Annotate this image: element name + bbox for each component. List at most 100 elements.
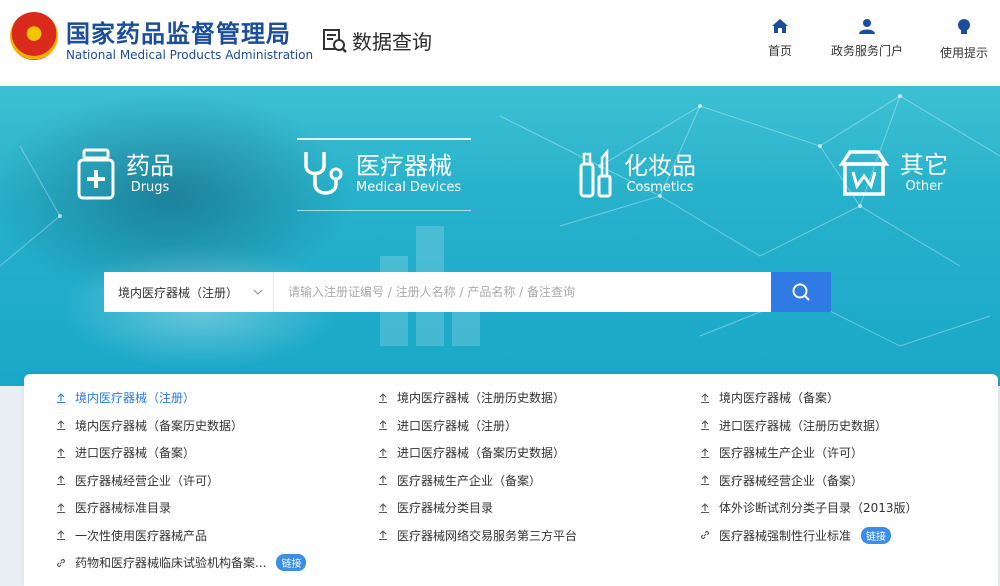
national-emblem-icon — [10, 12, 58, 60]
database-links-grid: 境内医疗器械（注册） 境内医疗器械（注册历史数据） 境内医疗器械（备案） 境内医疗器械… — [55, 384, 999, 577]
upload-icon — [701, 420, 709, 431]
org-name-en[interactable]: National Medical Products Administration — [66, 48, 313, 62]
search-button[interactable] — [771, 272, 831, 312]
category-select[interactable]: 境内医疗器械（注册） — [104, 272, 274, 312]
database-link-item[interactable]: 医疗器械经营企业（备案） — [699, 467, 999, 495]
upload-icon — [379, 420, 387, 431]
document-search-icon — [323, 28, 347, 53]
upload-icon — [57, 420, 65, 431]
category-select-value: 境内医疗器械（注册） — [118, 285, 239, 300]
upload-icon — [57, 392, 65, 403]
medicine-box-icon — [77, 148, 115, 200]
user-icon — [859, 19, 875, 34]
database-link-item[interactable]: 医疗器械分类目录 — [377, 494, 699, 522]
upload-icon — [701, 447, 709, 458]
database-links-panel: 境内医疗器械（注册） 境内医疗器械（注册历史数据） 境内医疗器械（备案） 境内医疗器械… — [24, 374, 998, 586]
database-link-item[interactable]: 医疗器械标准目录 — [55, 494, 377, 522]
database-link-item[interactable]: 进口医疗器械（注册历史数据） — [699, 412, 999, 440]
search-icon — [792, 283, 810, 301]
database-link-item[interactable]: 境内医疗器械（注册历史数据） — [377, 384, 699, 412]
store-icon — [838, 150, 890, 196]
category-drugs-cn: 药品 — [126, 152, 174, 180]
org-name-cn[interactable]: 国家药品监督管理局 — [66, 14, 291, 49]
category-medical-devices[interactable]: 医疗器械 Medical Devices — [300, 148, 461, 200]
nav-usage-tips[interactable]: 使用提示 — [940, 18, 988, 61]
database-link-label: 医疗器械经营企业（备案） — [719, 473, 864, 488]
database-link-item[interactable]: 境内医疗器械（备案历史数据） — [55, 412, 377, 440]
nav-home-label: 首页 — [768, 44, 793, 58]
upload-icon — [57, 502, 65, 513]
database-link-item[interactable]: 进口医疗器械（备案历史数据） — [377, 439, 699, 467]
database-link-item[interactable]: 医疗器械强制性行业标准 链接 — [699, 522, 999, 550]
upload-icon — [57, 530, 65, 541]
link-icon — [700, 531, 710, 540]
database-link-label: 医疗器械分类目录 — [397, 501, 494, 516]
upload-icon — [57, 475, 65, 486]
category-cosmetics[interactable]: 化妆品 Cosmetics — [578, 148, 696, 200]
database-link-label: 进口医疗器械（注册） — [397, 418, 518, 433]
database-link-label: 进口医疗器械（备案历史数据） — [397, 446, 566, 461]
link-badge: 链接 — [861, 526, 892, 544]
category-cosmetics-en: Cosmetics — [626, 180, 694, 195]
category-other-en: Other — [905, 179, 943, 194]
network-lines-decoration — [0, 94, 1000, 347]
upload-icon — [379, 475, 387, 486]
database-link-item[interactable]: 医疗器械生产企业（备案） — [377, 467, 699, 495]
nav-home[interactable]: 首页 — [768, 18, 792, 59]
database-link-label: 进口医疗器械（备案） — [75, 446, 196, 461]
database-link-item[interactable]: 体外诊断试剂分类子目录（2013版） — [699, 494, 999, 522]
database-link-item[interactable]: 一次性使用医疗器械产品 — [55, 522, 377, 550]
database-link-item[interactable]: 药物和医疗器械临床试验机构备案... 链接 — [55, 549, 377, 577]
category-medical-devices-cn: 医疗器械 — [356, 152, 452, 180]
upload-icon — [379, 447, 387, 458]
upload-icon — [701, 475, 709, 486]
nav-usage-tips-label: 使用提示 — [940, 46, 989, 60]
database-link-label: 境内医疗器械（注册历史数据） — [397, 391, 566, 406]
category-medical-devices-en: Medical Devices — [356, 180, 462, 195]
database-link-item[interactable]: 境内医疗器械（注册） — [55, 384, 377, 412]
database-link-label: 医疗器械生产企业（备案） — [397, 473, 542, 488]
upload-icon — [701, 392, 709, 403]
category-cosmetics-cn: 化妆品 — [624, 152, 696, 180]
upload-icon — [57, 447, 65, 458]
database-link-label: 境内医疗器械（注册） — [75, 391, 196, 406]
cosmetics-bottle-icon — [579, 148, 612, 198]
category-drugs[interactable]: 药品 Drugs — [76, 148, 174, 200]
data-query-label: 数据查询 — [352, 30, 432, 54]
database-link-item[interactable]: 进口医疗器械（备案） — [55, 439, 377, 467]
database-link-item[interactable]: 医疗器械经营企业（许可） — [55, 467, 377, 495]
chevron-down-icon — [253, 289, 263, 295]
hero-banner: 药品 Drugs 医疗器械 Medical Devices 化妆品 Cosmet… — [0, 86, 1000, 386]
category-other-cn: 其它 — [900, 151, 948, 179]
active-category-bottom-line — [297, 210, 471, 211]
site-header: 国家药品监督管理局 National Medical Products Admi… — [0, 0, 1000, 86]
search-input[interactable] — [274, 272, 771, 312]
lightbulb-icon — [958, 19, 970, 34]
database-link-label: 一次性使用医疗器械产品 — [75, 528, 208, 543]
database-link-label: 进口医疗器械（注册历史数据） — [719, 418, 888, 433]
database-link-label: 体外诊断试剂分类子目录（2013版） — [719, 501, 918, 516]
nav-gov-service-label: 政务服务门户 — [831, 44, 904, 58]
upload-icon — [379, 502, 387, 513]
database-link-item[interactable]: 境内医疗器械（备案） — [699, 384, 999, 412]
database-link-item[interactable]: 进口医疗器械（注册） — [377, 412, 699, 440]
upload-icon — [379, 392, 387, 403]
category-drugs-en: Drugs — [130, 180, 170, 195]
database-link-label: 境内医疗器械（备案） — [719, 391, 840, 406]
stethoscope-icon — [304, 152, 343, 195]
active-category-top-line — [297, 138, 471, 140]
database-link-item[interactable]: 医疗器械网络交易服务第三方平台 — [377, 522, 699, 550]
database-link-label: 医疗器械网络交易服务第三方平台 — [397, 528, 578, 543]
data-query-title: 数据查询 — [322, 26, 432, 55]
database-link-label: 境内医疗器械（备案历史数据） — [75, 418, 244, 433]
database-link-label: 医疗器械经营企业（许可） — [75, 473, 220, 488]
nav-gov-service-portal[interactable]: 政务服务门户 — [831, 18, 903, 59]
database-link-item[interactable]: 医疗器械生产企业（许可） — [699, 439, 999, 467]
database-link-label: 药物和医疗器械临床试验机构备案... — [75, 556, 267, 571]
search-bar: 境内医疗器械（注册） — [104, 272, 831, 312]
category-other[interactable]: 其它 Other — [838, 148, 948, 198]
home-icon — [772, 19, 788, 33]
database-link-label: 医疗器械标准目录 — [75, 501, 172, 516]
upload-icon — [701, 502, 709, 513]
upload-icon — [379, 530, 387, 541]
